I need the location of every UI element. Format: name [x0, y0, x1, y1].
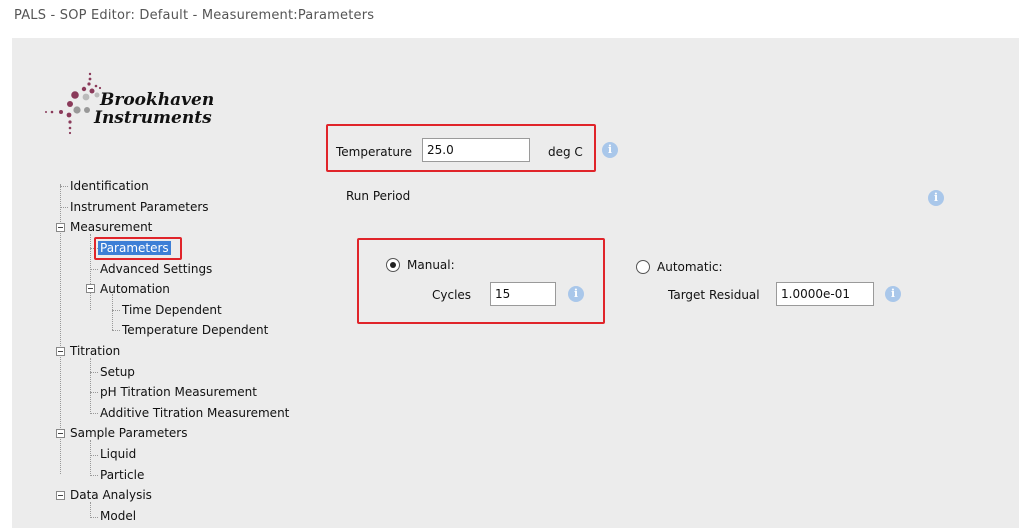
sop-editor-panel: Brookhaven Instruments Identification In… — [12, 38, 1019, 528]
highlight-box-parameters — [94, 237, 182, 260]
collapse-data-analysis-icon[interactable] — [56, 491, 65, 500]
temperature-input[interactable]: 25.0 — [422, 138, 530, 162]
run-period-label: Run Period — [346, 189, 411, 203]
temperature-info-icon[interactable]: i — [602, 142, 618, 158]
run-period-info-icon[interactable]: i — [928, 190, 944, 206]
temperature-unit: deg C — [548, 145, 583, 159]
tree-item-automation[interactable]: Automation — [100, 282, 170, 296]
tree-item-setup[interactable]: Setup — [100, 365, 135, 379]
tree-item-model[interactable]: Model — [100, 509, 136, 523]
tree-item-liquid[interactable]: Liquid — [100, 447, 136, 461]
dots-logo-icon — [45, 72, 102, 135]
brookhaven-logo: Brookhaven Instruments — [42, 70, 242, 150]
tree-item-measurement[interactable]: Measurement — [70, 220, 152, 234]
manual-label: Manual: — [407, 258, 455, 272]
collapse-measurement-icon[interactable] — [56, 223, 65, 232]
tree-item-ph-titration-measurement[interactable]: pH Titration Measurement — [100, 385, 257, 399]
highlight-box-manual — [357, 238, 605, 324]
target-residual-input[interactable]: 1.0000e-01 — [776, 282, 874, 306]
automatic-label: Automatic: — [657, 260, 723, 274]
tree-item-temperature-dependent[interactable]: Temperature Dependent — [122, 323, 268, 337]
tree-item-instrument-parameters[interactable]: Instrument Parameters — [70, 200, 209, 214]
automatic-radio[interactable] — [636, 260, 650, 274]
tree-item-data-analysis[interactable]: Data Analysis — [70, 488, 152, 502]
tree-item-sample-parameters[interactable]: Sample Parameters — [70, 426, 188, 440]
temperature-label: Temperature — [336, 145, 413, 159]
logo-line-1: Brookhaven — [100, 90, 215, 110]
collapse-titration-icon[interactable] — [56, 347, 65, 356]
tree-item-titration[interactable]: Titration — [70, 344, 120, 358]
window-title: PALS - SOP Editor: Default - Measurement… — [14, 8, 375, 23]
tree-item-additive-titration-measurement[interactable]: Additive Titration Measurement — [100, 406, 289, 420]
tree-item-advanced-settings[interactable]: Advanced Settings — [100, 262, 212, 276]
tree-item-identification[interactable]: Identification — [70, 179, 149, 193]
cycles-label: Cycles — [432, 288, 472, 302]
tree-item-particle[interactable]: Particle — [100, 468, 144, 482]
logo-line-2: Instruments — [94, 108, 212, 128]
manual-radio[interactable] — [386, 258, 400, 272]
tree-item-time-dependent[interactable]: Time Dependent — [122, 303, 222, 317]
collapse-automation-icon[interactable] — [86, 284, 95, 293]
target-residual-info-icon[interactable]: i — [885, 286, 901, 302]
collapse-sample-parameters-icon[interactable] — [56, 429, 65, 438]
cycles-info-icon[interactable]: i — [568, 286, 584, 302]
cycles-input[interactable]: 15 — [490, 282, 556, 306]
target-residual-label: Target Residual — [668, 288, 760, 302]
